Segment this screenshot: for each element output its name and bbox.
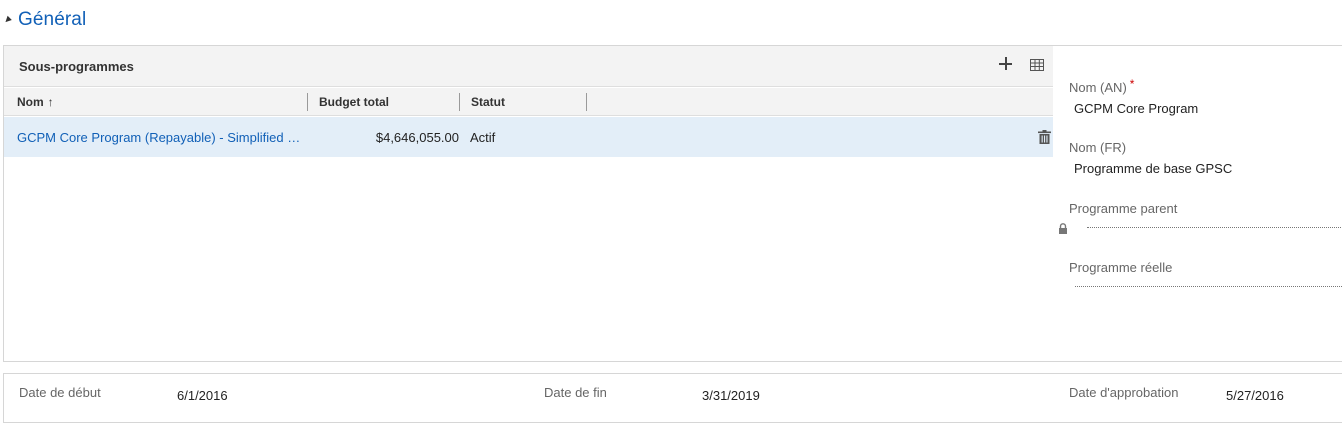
column-resize-handle[interactable] <box>586 93 587 111</box>
add-record-icon[interactable] <box>998 56 1014 72</box>
general-section-body: Sous-programmes Nom ↑ Budget total Statu… <box>3 45 1342 362</box>
lock-icon <box>1058 222 1068 234</box>
section-title: Général <box>18 9 87 30</box>
table-row[interactable]: GCPM Core Program (Repayable) - Simplifi… <box>4 117 1053 157</box>
label-date-approbation: Date d'approbation <box>1069 385 1179 400</box>
row-budget-total: $4,646,055.00 <box>375 129 459 145</box>
column-header-row: Nom ↑ Budget total Statut <box>4 88 1053 116</box>
column-resize-handle[interactable] <box>459 93 460 111</box>
row-name-text: GCPM Core Program (Repayable) - Simplifi… <box>17 129 307 145</box>
view-grid-icon[interactable] <box>1030 59 1044 71</box>
column-header-statut[interactable]: Statut <box>471 88 505 116</box>
column-label-statut: Statut <box>471 95 505 109</box>
label-text: Nom (AN) <box>1069 80 1127 95</box>
field-programme-parent[interactable] <box>1087 227 1342 228</box>
field-date-fin[interactable]: 3/31/2019 <box>702 388 760 403</box>
subgrid-sous-programmes: Sous-programmes Nom ↑ Budget total Statu… <box>4 46 1053 361</box>
label-date-debut: Date de début <box>19 385 101 400</box>
column-label-budget-total: Budget total <box>319 95 389 109</box>
field-label-programme-reelle: Programme réelle <box>1069 260 1173 275</box>
column-header-budget-total[interactable]: Budget total <box>319 88 389 116</box>
column-resize-handle[interactable] <box>307 93 308 111</box>
section-toggle-general[interactable]: Général <box>3 6 87 34</box>
field-label-nom-an: Nom (AN) * <box>1069 77 1135 95</box>
delete-trash-icon[interactable] <box>1038 130 1051 144</box>
field-date-approbation[interactable]: 5/27/2016 <box>1226 388 1284 403</box>
dates-section: Date de début 6/1/2016 Date de fin 3/31/… <box>3 373 1342 423</box>
row-name-link[interactable]: GCPM Core Program (Repayable) - Simplifi… <box>17 117 307 157</box>
sort-ascending-icon: ↑ <box>47 95 54 109</box>
required-indicator: * <box>1129 77 1135 91</box>
field-programme-reelle[interactable] <box>1075 286 1342 287</box>
field-nom-fr[interactable]: Programme de base GPSC <box>1074 161 1232 176</box>
subgrid-header: Sous-programmes <box>4 46 1053 87</box>
row-status: Actif <box>470 129 496 145</box>
label-date-fin: Date de fin <box>544 385 607 400</box>
field-nom-an[interactable]: GCPM Core Program <box>1074 101 1198 116</box>
column-label-nom: Nom <box>17 95 44 109</box>
field-label-nom-fr: Nom (FR) <box>1069 140 1127 155</box>
program-form-panel: Nom (AN) * GCPM Core Program Nom (FR) Pro… <box>1059 46 1342 361</box>
field-label-programme-parent: Programme parent <box>1069 201 1178 216</box>
field-date-debut[interactable]: 6/1/2016 <box>177 388 228 403</box>
subgrid-title: Sous-programmes <box>19 59 134 74</box>
column-header-nom[interactable]: Nom ↑ <box>17 88 54 116</box>
collapse-caret-icon <box>3 15 12 25</box>
